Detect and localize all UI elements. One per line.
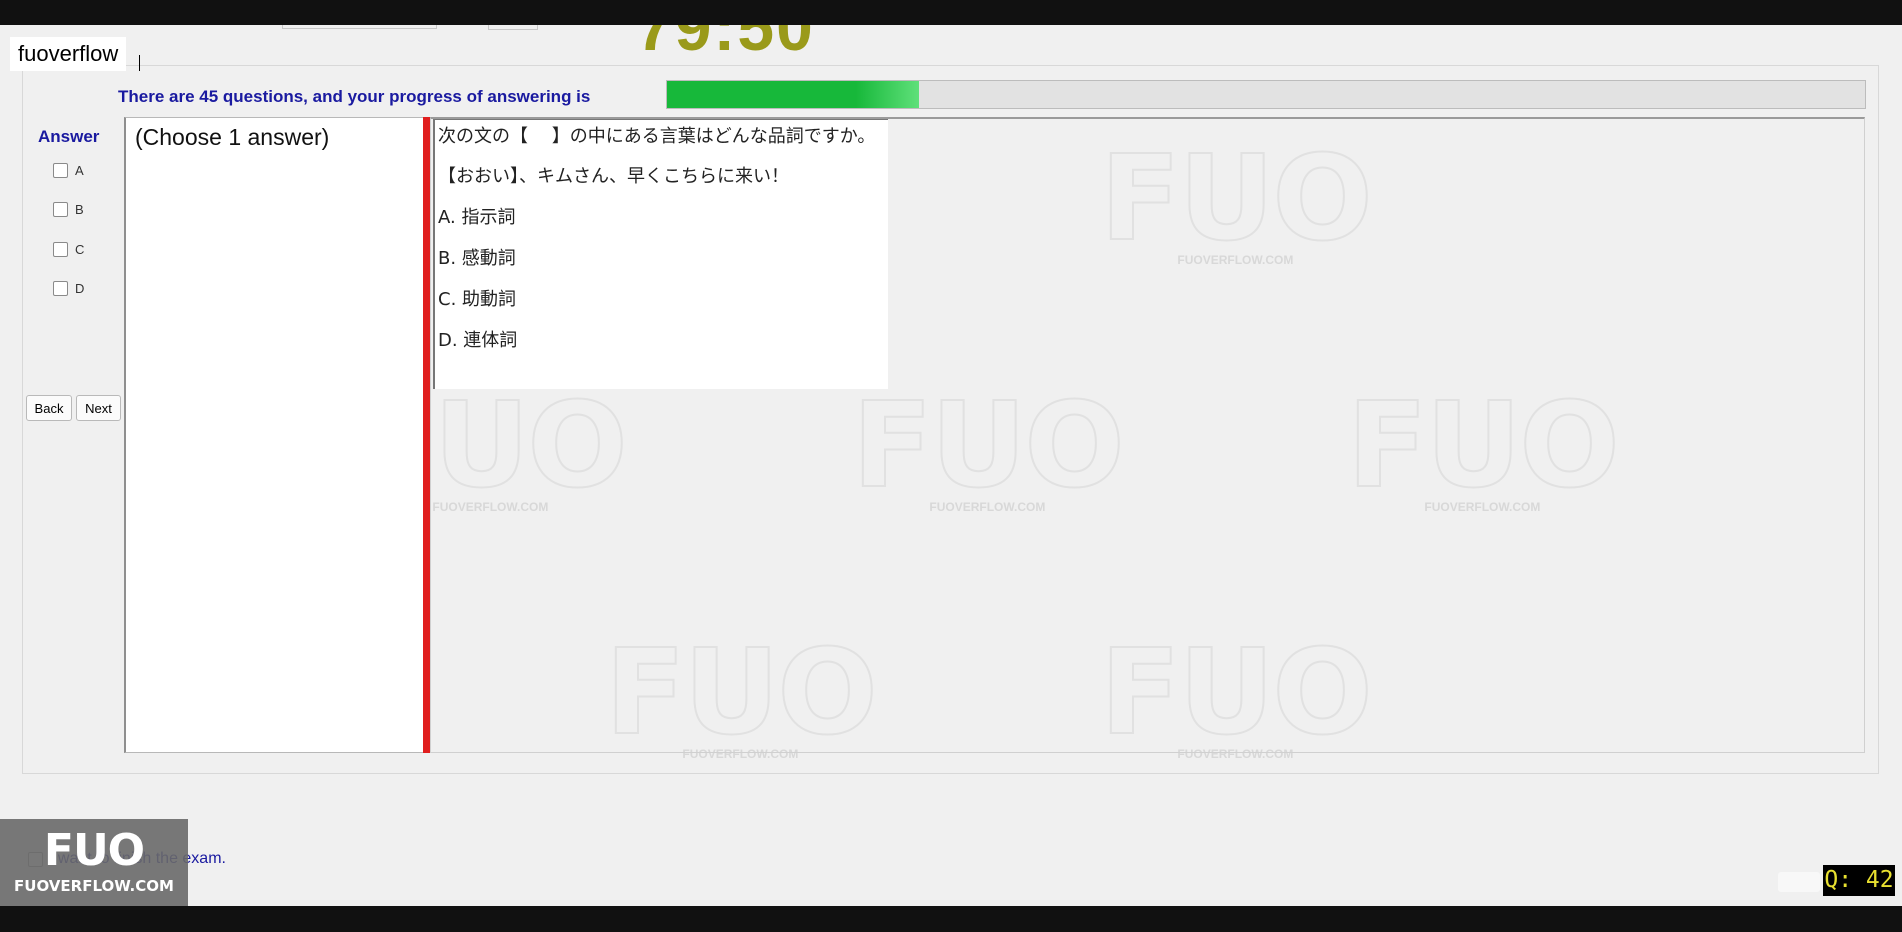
choice-a: A. 指示詞 — [438, 207, 516, 228]
option-d-label: D — [75, 280, 85, 296]
logo-mark: FUO — [43, 825, 145, 876]
question-content: 次の文の【 】の中にある言葉はどんな品詞ですか。 【おおい】、キムさん、早くこち… — [433, 119, 888, 389]
option-c-label: C — [75, 241, 85, 257]
checkbox-a[interactable] — [53, 162, 68, 178]
question-prompt: 次の文の【 】の中にある言葉はどんな品詞ですか。 — [438, 126, 876, 147]
exam-window: 79:50 FUO FUOVERFLOW.COM FUO FUOVERFLOW.CO… — [0, 25, 1902, 906]
fuoverflow-logo: FUO FUOVERFLOW.COM — [0, 819, 188, 906]
next-button[interactable]: Next — [76, 395, 121, 421]
progress-bar — [666, 80, 1866, 109]
option-c[interactable]: C — [53, 240, 84, 258]
choice-b: B. 感動詞 — [438, 248, 516, 269]
choice-d: D. 連体詞 — [438, 330, 518, 351]
option-a-label: A — [75, 162, 84, 178]
option-b-label: B — [75, 201, 84, 217]
checkbox-c[interactable] — [53, 241, 68, 257]
question-counter: Q: 42 — [1823, 865, 1895, 896]
text-cursor — [139, 55, 140, 71]
brand-tag: fuoverflow — [10, 37, 127, 71]
option-d[interactable]: D — [53, 279, 84, 297]
cut-off-combobox[interactable] — [282, 25, 437, 29]
choose-hint-text: (Choose 1 answer) — [135, 124, 330, 150]
progress-bar-fill — [667, 81, 919, 108]
choice-c: C. 助動詞 — [438, 289, 517, 310]
logo-site: FUOVERFLOW.COM — [14, 877, 174, 895]
countdown-timer: 79:50 — [636, 25, 815, 64]
choose-hint-panel: (Choose 1 answer) — [124, 117, 424, 753]
checkbox-b[interactable] — [53, 201, 68, 217]
cut-off-spinner[interactable] — [488, 25, 538, 30]
option-a[interactable]: A — [53, 161, 84, 179]
checkbox-d[interactable] — [53, 280, 68, 296]
option-b[interactable]: B — [53, 200, 84, 218]
counter-shadow — [1778, 872, 1820, 892]
back-button[interactable]: Back — [26, 395, 72, 421]
bottom-black-bar — [0, 906, 1902, 932]
answer-title: Answer — [38, 127, 100, 146]
panel-divider[interactable] — [423, 117, 430, 753]
progress-label: There are 45 questions, and your progres… — [118, 87, 591, 106]
top-black-bar — [0, 0, 1902, 25]
question-sentence: 【おおい】、キムさん、早くこちらに来い！ — [438, 166, 789, 187]
